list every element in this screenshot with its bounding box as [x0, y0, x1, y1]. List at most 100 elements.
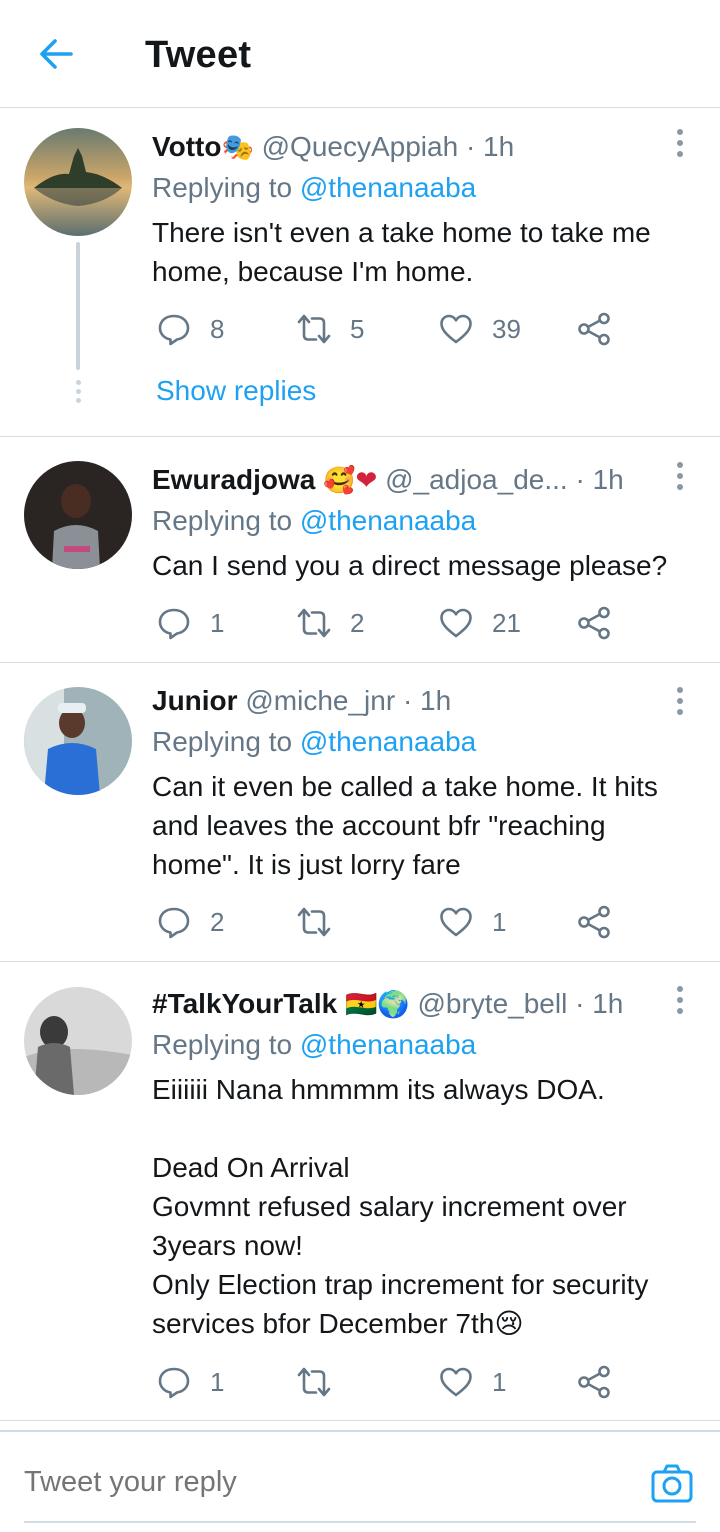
like-button[interactable]: 1	[438, 900, 506, 944]
reply-bubble-icon	[158, 608, 190, 640]
heart-icon	[440, 907, 472, 937]
replying-to-label: Replying to	[152, 505, 293, 536]
timestamp: 1h	[592, 988, 624, 1019]
retweet-icon	[297, 314, 331, 344]
avatar[interactable]	[24, 461, 132, 569]
more-options-button[interactable]	[670, 681, 690, 721]
camera-button[interactable]	[648, 1460, 696, 1508]
avatar[interactable]	[24, 128, 132, 236]
reply-button[interactable]: 1	[156, 601, 224, 645]
timestamp: 1h	[483, 131, 515, 162]
name-emoji: 🥰❤	[323, 466, 378, 496]
top-bar: Tweet	[0, 0, 720, 108]
heart-icon	[440, 314, 472, 344]
tweet-actions: 1 1	[152, 1360, 632, 1404]
show-replies-link[interactable]: Show replies	[156, 371, 316, 411]
tweet-header: Votto🎭 @QuecyAppiah · 1h	[152, 127, 660, 167]
tweet-item[interactable]: Junior @miche_jnr · 1h Replying to @then…	[0, 663, 720, 962]
mention-link[interactable]: @thenanaaba	[300, 1029, 476, 1060]
tweet-text: There isn't even a take home to take me …	[152, 217, 659, 287]
tweet-header: #TalkYourTalk 🇬🇭🌍 @bryte_bell · 1h	[152, 984, 660, 1024]
arrow-left-icon	[40, 39, 73, 69]
display-name[interactable]: Ewuradjowa	[152, 464, 315, 495]
retweet-count: 5	[350, 313, 365, 344]
tweet-item[interactable]: Votto🎭 @QuecyAppiah · 1h Replying to @th…	[0, 108, 720, 437]
replying-to: Replying to @thenanaaba	[152, 722, 476, 762]
tweet-actions: 2 1	[152, 900, 632, 944]
reply-bubble-icon	[158, 314, 190, 346]
like-count: 1	[492, 906, 507, 937]
retweet-icon	[297, 608, 331, 638]
more-options-button[interactable]	[670, 123, 690, 163]
share-icon	[578, 905, 610, 939]
reply-bubble-icon	[158, 1367, 190, 1399]
display-name[interactable]: Votto	[152, 131, 221, 162]
tweet-item[interactable]: Ewuradjowa 🥰❤ @_adjoa_de... · 1h Replyin…	[0, 437, 720, 663]
retweet-button[interactable]: 2	[296, 601, 364, 645]
back-button[interactable]	[30, 30, 82, 78]
camera-icon	[651, 1464, 693, 1503]
like-button[interactable]: 21	[438, 601, 521, 645]
user-handle[interactable]: @miche_jnr	[245, 685, 395, 716]
replying-to: Replying to @thenanaaba	[152, 1025, 476, 1065]
user-handle[interactable]: @bryte_bell	[417, 988, 567, 1019]
tweet-text: Can it even be called a take home. It hi…	[152, 771, 666, 880]
tweet-item[interactable]: #TalkYourTalk 🇬🇭🌍 @bryte_bell · 1h Reply…	[0, 962, 720, 1421]
like-count: 21	[492, 607, 521, 638]
input-underline	[24, 1521, 696, 1523]
reply-button[interactable]: 2	[156, 900, 224, 944]
user-handle[interactable]: @QuecyAppiah	[262, 131, 459, 162]
like-button[interactable]: 39	[438, 307, 521, 351]
mention-link[interactable]: @thenanaaba	[300, 505, 476, 536]
retweet-button[interactable]	[296, 1360, 350, 1404]
reply-count: 1	[210, 1366, 225, 1397]
heart-icon	[440, 1367, 472, 1397]
timestamp: 1h	[592, 464, 624, 495]
more-options-button[interactable]	[670, 980, 690, 1020]
heart-icon	[440, 608, 472, 638]
share-button[interactable]	[576, 601, 612, 645]
share-icon	[578, 1365, 610, 1399]
reply-count: 1	[210, 607, 225, 638]
more-options-button[interactable]	[670, 456, 690, 496]
display-name[interactable]: Junior	[152, 685, 238, 716]
user-handle[interactable]: @_adjoa_de...	[385, 464, 568, 495]
share-button[interactable]	[576, 1360, 612, 1404]
separator-dot: ·	[575, 464, 585, 495]
like-count: 1	[492, 1366, 507, 1397]
like-button[interactable]: 1	[438, 1360, 506, 1404]
page-title: Tweet	[145, 34, 252, 76]
reply-bubble-icon	[158, 907, 190, 939]
separator-dot: ·	[402, 685, 413, 716]
share-button[interactable]	[576, 307, 612, 351]
reply-count: 8	[210, 313, 225, 344]
retweet-button[interactable]: 5	[296, 307, 364, 351]
more-vertical-icon	[677, 986, 683, 992]
share-icon	[578, 312, 610, 346]
mention-link[interactable]: @thenanaaba	[300, 726, 476, 757]
retweet-icon	[297, 1367, 331, 1397]
display-name[interactable]: #TalkYourTalk	[152, 988, 337, 1019]
avatar[interactable]	[24, 687, 132, 795]
share-button[interactable]	[576, 900, 612, 944]
retweet-button[interactable]	[296, 900, 350, 944]
mention-link[interactable]: @thenanaaba	[300, 172, 476, 203]
retweet-icon	[297, 907, 331, 937]
replying-to-label: Replying to	[152, 1029, 293, 1060]
avatar[interactable]	[24, 987, 132, 1095]
tweet-text: Can I send you a direct message please?	[152, 550, 668, 581]
replying-to-label: Replying to	[152, 726, 293, 757]
separator-dot: ·	[465, 131, 476, 162]
replying-to: Replying to @thenanaaba	[152, 501, 476, 541]
tweet-actions: 1 2 21	[152, 601, 632, 645]
tweet-text: Eiiiiii Nana hmmmm its always DOA. Dead …	[152, 1074, 649, 1339]
reply-button[interactable]: 8	[156, 307, 224, 351]
share-icon	[578, 606, 610, 640]
more-vertical-icon	[677, 129, 683, 135]
reply-button[interactable]: 1	[156, 1360, 224, 1404]
thread-connector	[76, 242, 80, 370]
reply-input[interactable]	[24, 1448, 624, 1516]
replying-to-label: Replying to	[152, 172, 293, 203]
tweet-header: Junior @miche_jnr · 1h	[152, 681, 660, 721]
name-emoji: 🇬🇭🌍	[344, 990, 410, 1020]
